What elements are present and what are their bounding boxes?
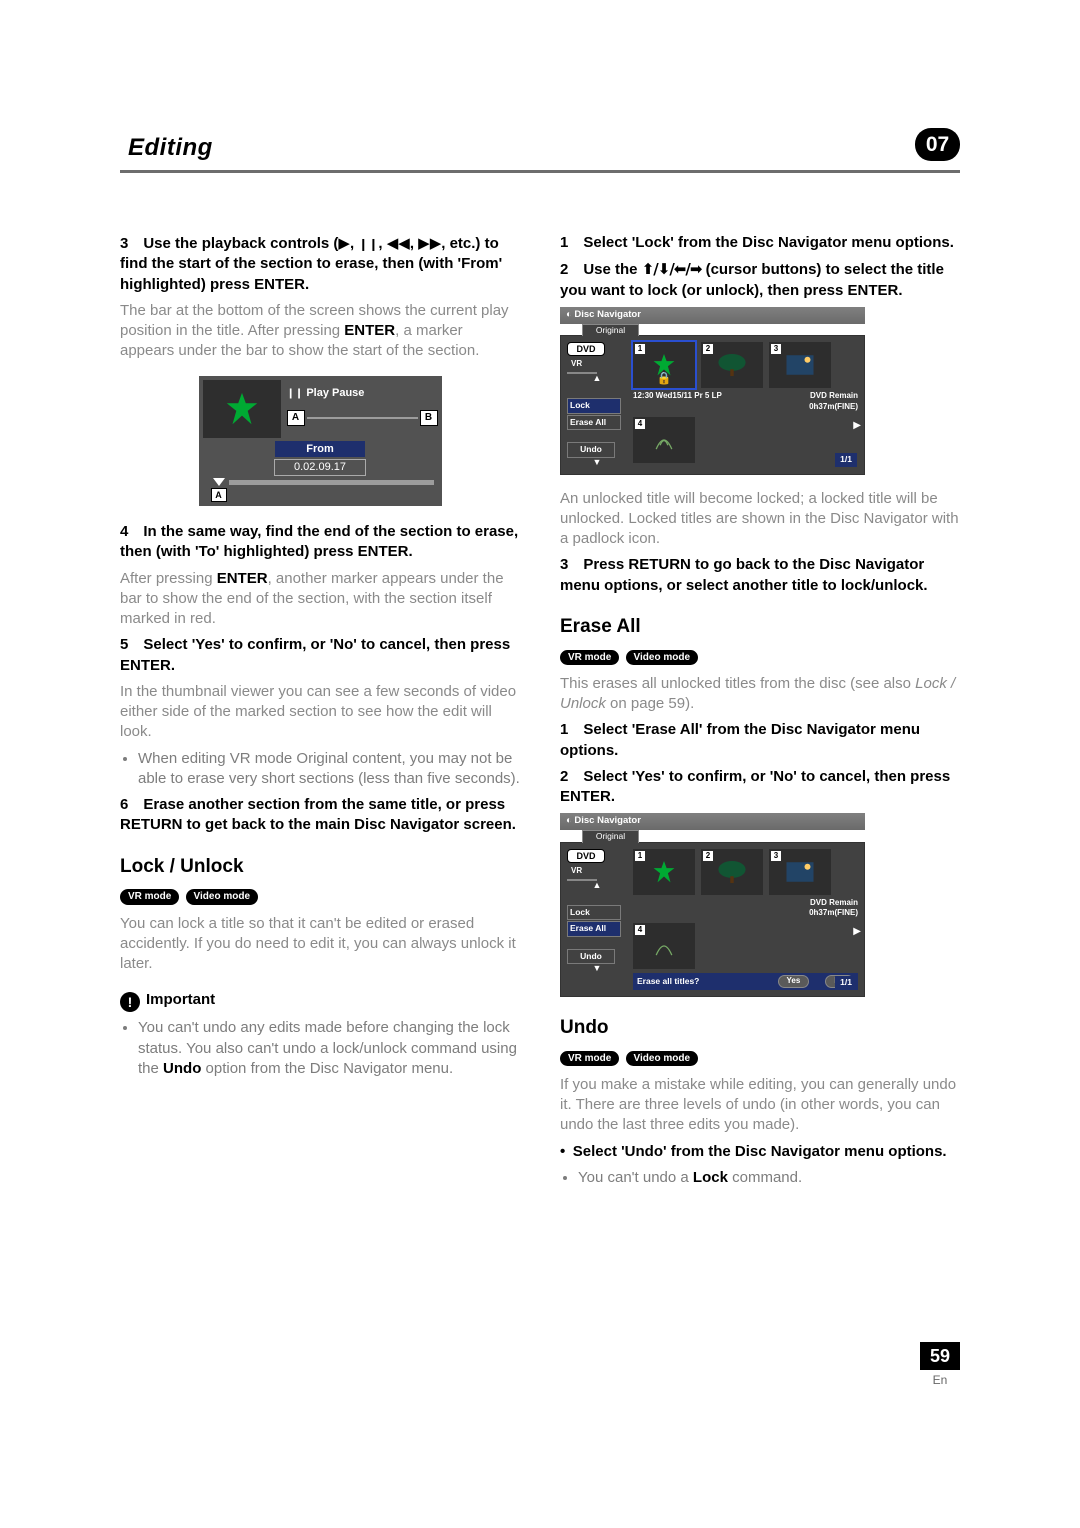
step-5-note: When editing VR mode Original content, y…	[138, 749, 520, 790]
scroll-right-icon: ▶	[853, 419, 861, 433]
leaf-icon	[223, 390, 261, 428]
title-info: 12:30 Wed15/11 Pr 5 LP	[633, 391, 722, 413]
nav-logo-icon: ◐	[566, 815, 572, 828]
vr-label: VR	[571, 359, 627, 370]
video-mode-badge: Video mode	[186, 889, 259, 905]
erase-step-2: 2 Select 'Yes' to confirm, or 'No' to ca…	[560, 767, 960, 808]
mode-badges: VR mode Video mode	[120, 885, 520, 905]
vr-mode-badge: VR mode	[120, 889, 179, 905]
step-5: 5 Select 'Yes' to confirm, or 'No' to ca…	[120, 635, 520, 676]
erase-prompt: Erase all titles? Yes No	[633, 973, 858, 990]
right-column: 1 Select 'Lock' from the Disc Navigator …	[560, 233, 960, 1194]
important-note: You can't undo any edits made before cha…	[138, 1018, 520, 1079]
dvd-badge: DVD	[567, 342, 605, 356]
position-marker-icon	[213, 478, 225, 486]
down-arrow-icon: ▼	[567, 456, 627, 468]
menu-erase-all[interactable]: Erase All	[567, 415, 621, 430]
r-step-2: 2 Use the ⬆/⬇/⬅/➡ (cursor buttons) to se…	[560, 259, 960, 301]
erase-desc: This erases all unlocked titles from the…	[560, 674, 960, 715]
step-4-desc: After pressing ENTER, another marker app…	[120, 569, 520, 630]
title-cell-3[interactable]: 3	[769, 342, 831, 388]
a-tag: A	[211, 488, 227, 502]
page-header: Editing 07	[120, 130, 960, 173]
left-column: 3 Use the playback controls (▶, ❙❙, ◀◀, …	[120, 233, 520, 1194]
remain-value: 0h37m(FINE)	[809, 402, 858, 411]
a-marker: A	[287, 410, 305, 426]
page-indicator: 1/1	[835, 453, 857, 466]
plant-icon	[651, 933, 677, 959]
scroll-right-icon: ▶	[853, 925, 861, 939]
menu-erase-all[interactable]: Erase All	[567, 921, 621, 936]
title-cell-1[interactable]: 1 🔒	[633, 342, 695, 388]
play-pause-figure: ❙❙ Play Pause A B From 0.02.09.17 A	[199, 376, 442, 507]
dvd-badge: DVD	[567, 849, 605, 863]
nav-logo-icon: ◐	[566, 309, 572, 322]
leaf-icon	[651, 859, 677, 885]
heading-undo: Undo	[560, 1015, 960, 1041]
padlock-icon: 🔒	[657, 370, 672, 386]
up-arrow-icon: ▲	[567, 879, 627, 891]
up-arrow-icon: ▲	[567, 372, 627, 384]
language-label: En	[920, 1372, 960, 1388]
erase-step-1: 1 Select 'Erase All' from the Disc Navig…	[560, 720, 960, 761]
original-tab: Original	[582, 324, 639, 336]
menu-lock[interactable]: Lock	[567, 905, 621, 920]
lock-result-desc: An unlocked title will become locked; a …	[560, 489, 960, 550]
video-mode-badge: Video mode	[626, 650, 699, 666]
menu-lock[interactable]: Lock	[567, 398, 621, 413]
title-cell-3[interactable]: 3	[769, 849, 831, 895]
step-6: 6 Erase another section from the same ti…	[120, 795, 520, 836]
photo-icon	[785, 353, 815, 377]
r-step-3: 3 Press RETURN to go back to the Disc Na…	[560, 555, 960, 596]
title-cell-4[interactable]: 4	[633, 417, 695, 463]
lock-desc: You can lock a title so that it can't be…	[120, 914, 520, 975]
photo-icon	[785, 860, 815, 884]
title-cell-4[interactable]: 4	[633, 923, 695, 969]
mode-badges-3: VR mode Video mode	[560, 1047, 960, 1067]
from-label: From	[275, 441, 365, 458]
step-5-desc: In the thumbnail viewer you can see a fe…	[120, 682, 520, 743]
title-cell-2[interactable]: 2	[701, 849, 763, 895]
chapter-title: Editing	[128, 132, 213, 164]
undo-step: • Select 'Undo' from the Disc Navigator …	[560, 1142, 960, 1162]
page-footer: 59 En	[920, 1342, 960, 1388]
tree-icon	[715, 858, 749, 886]
heading-lock-unlock: Lock / Unlock	[120, 854, 520, 880]
plant-icon	[651, 427, 677, 453]
step-3: 3 Use the playback controls (▶, ❙❙, ◀◀, …	[120, 233, 520, 295]
disc-navigator-figure-erase: ◐ Disc Navigator Original DVD VR ▲ Lock …	[560, 813, 865, 997]
heading-erase-all: Erase All	[560, 614, 960, 640]
thumbnail	[203, 380, 281, 438]
important-icon: !	[120, 992, 140, 1012]
remain-label: DVD Remain	[810, 391, 858, 400]
yes-button[interactable]: Yes	[778, 975, 810, 988]
mode-badges-2: VR mode Video mode	[560, 646, 960, 666]
page-indicator: 1/1	[835, 976, 857, 989]
down-arrow-icon: ▼	[567, 962, 627, 974]
page-number: 59	[920, 1342, 960, 1370]
chapter-number-badge: 07	[915, 128, 960, 161]
video-mode-badge: Video mode	[626, 1051, 699, 1067]
step-3-desc: The bar at the bottom of the screen show…	[120, 301, 520, 362]
timecode: 0.02.09.17	[274, 459, 366, 476]
title-cell-1[interactable]: 1	[633, 849, 695, 895]
remain-label: DVD Remain	[810, 898, 858, 907]
important-heading: !Important	[120, 990, 520, 1012]
vr-mode-badge: VR mode	[560, 1051, 619, 1067]
tree-icon	[715, 351, 749, 379]
step-4: 4 In the same way, find the end of the s…	[120, 522, 520, 563]
b-marker: B	[420, 410, 438, 426]
disc-navigator-figure-lock: ◐ Disc Navigator Original DVD VR ▲ Lock …	[560, 307, 865, 475]
progress-bar	[229, 480, 434, 485]
undo-note: You can't undo a Lock command.	[578, 1168, 960, 1188]
remain-value: 0h37m(FINE)	[809, 908, 858, 917]
vr-mode-badge: VR mode	[560, 650, 619, 666]
original-tab: Original	[582, 830, 639, 842]
undo-desc: If you make a mistake while editing, you…	[560, 1075, 960, 1136]
r-step-1: 1 Select 'Lock' from the Disc Navigator …	[560, 233, 960, 253]
vr-label: VR	[571, 866, 627, 877]
title-cell-2[interactable]: 2	[701, 342, 763, 388]
